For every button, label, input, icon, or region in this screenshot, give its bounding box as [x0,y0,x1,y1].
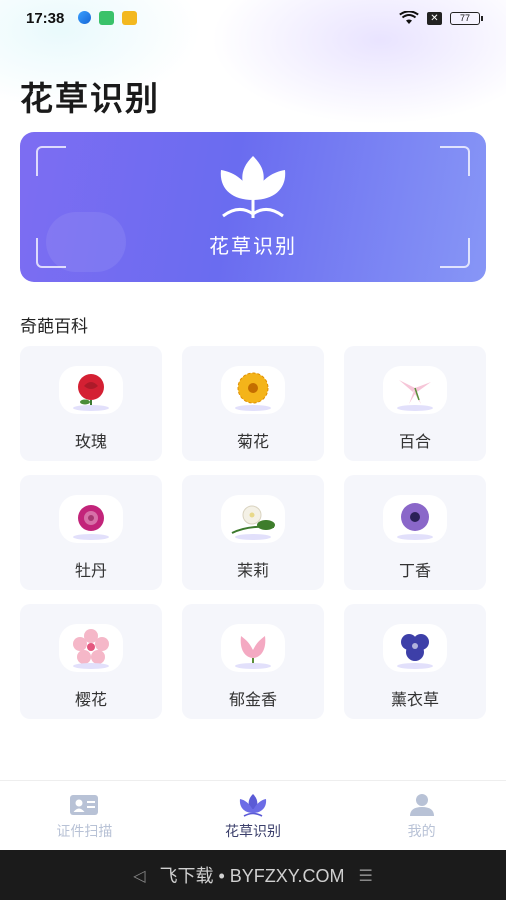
system-navigation-bar: ◁ 飞下载 • BYFZXY.COM ☰ [0,850,506,900]
cherry-blossom-icon [73,629,109,664]
tab-mine[interactable]: 我的 [337,781,506,850]
flower-card-chrysanthemum[interactable]: 菊花 [182,346,324,461]
scan-corner-icon [36,146,66,176]
flower-card-peony[interactable]: 牡丹 [20,475,162,590]
rose-icon [78,374,104,408]
flower-card-jasmine[interactable]: 茉莉 [182,475,324,590]
cherry-blossom-image [59,624,123,672]
banner-label: 花草识别 [209,234,297,258]
flower-name: 牡丹 [74,561,107,580]
close-box-icon: ✕ [427,11,442,25]
flower-card-lilac[interactable]: 丁香 [344,475,486,590]
tab-id-scan[interactable]: 证件扫描 [0,781,169,850]
bottom-tab-bar: 证件扫描 花草识别 我的 [0,780,506,850]
lilac-image [383,495,447,543]
tab-label: 我的 [407,824,436,840]
app-notification-icon [78,11,92,24]
wifi-icon [399,11,419,24]
rose-image [59,366,123,414]
peony-icon [78,505,104,531]
flower-name: 郁金香 [228,690,277,709]
scan-corner-icon [440,146,470,176]
page-title: 花草识别 [20,79,160,118]
flower-name: 樱花 [74,690,107,709]
back-icon[interactable]: ◁ [133,866,145,885]
peony-image [59,495,123,543]
status-time: 17:38 [26,9,65,27]
flower-name: 茉莉 [236,561,269,580]
jasmine-image [221,495,285,543]
flower-name: 菊花 [236,432,269,451]
lavender-image [383,624,447,672]
status-indicators: ✕ 77 [399,11,483,25]
status-bar: 17:38 ✕ 77 [0,0,506,36]
flower-name: 丁香 [398,561,431,580]
notification-icons [78,11,138,25]
calendar-notification-icon [99,11,115,25]
tab-label: 花草识别 [225,824,281,840]
flower-card-lavender[interactable]: 薰衣草 [344,604,486,719]
id-card-icon [70,795,99,815]
tulip-flower-icon [240,636,266,666]
person-icon [409,794,434,816]
tulip-image [221,624,285,672]
flower-card-rose[interactable]: 玫瑰 [20,346,162,461]
flower-grid: 玫瑰 菊花 百合 牡丹 茉莉 丁香 樱花 郁金香 薰衣草 [20,346,486,719]
section-title: 奇葩百科 [20,317,88,337]
chrysanthemum-image [221,366,285,414]
flower-icon [239,794,267,817]
lavender-icon [401,634,429,661]
jasmine-icon [231,505,275,534]
tab-label: 证件扫描 [56,824,113,840]
flower-card-tulip[interactable]: 郁金香 [182,604,324,719]
lily-image [383,366,447,414]
menu-icon[interactable]: ☰ [358,866,372,885]
tulip-icon [220,156,286,218]
flower-name: 玫瑰 [74,432,107,451]
flower-name: 百合 [398,432,431,451]
identify-banner-button[interactable]: 花草识别 [20,132,486,282]
chrysanthemum-icon [237,372,269,404]
watermark-text: 飞下载 • BYFZXY.COM [159,866,345,886]
lilac-icon [401,503,429,531]
flower-card-cherry-blossom[interactable]: 樱花 [20,604,162,719]
flower-card-lily[interactable]: 百合 [344,346,486,461]
chat-notification-icon [122,11,138,25]
tab-flower-identify[interactable]: 花草识别 [169,781,338,850]
battery-indicator: 77 [450,11,483,25]
flower-name: 薰衣草 [390,690,439,709]
lily-icon [399,380,431,404]
